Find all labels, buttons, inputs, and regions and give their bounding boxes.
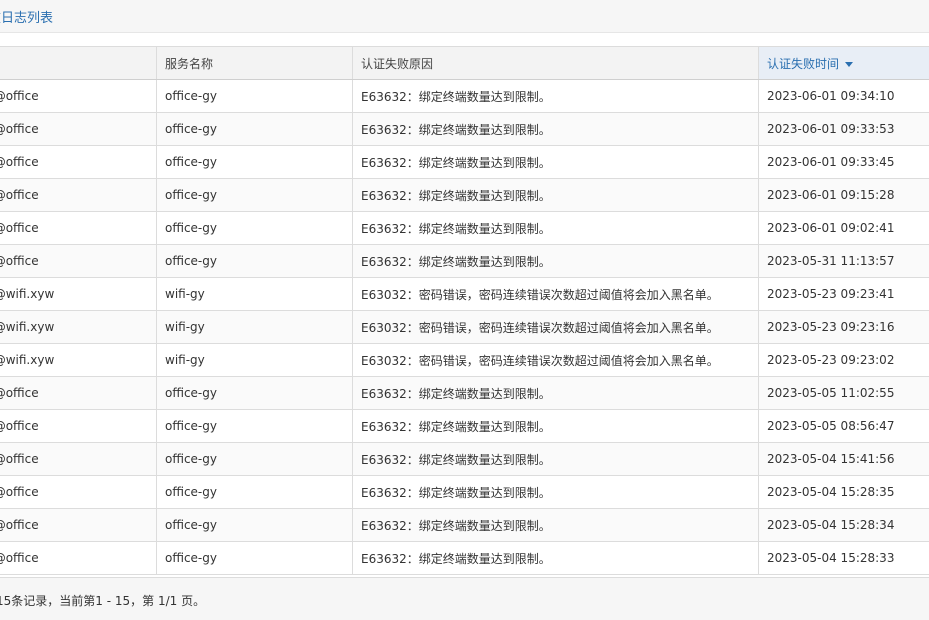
cell-service-name: office-gy <box>156 178 353 212</box>
cell-failure-time: 2023-05-23 09:23:16 <box>758 310 929 344</box>
cell-failure-reason: E63632：绑定终端数量达到限制。 <box>352 112 759 146</box>
cell-failure-reason: E63032：密码错误，密码连续错误次数超过阈值将会加入黑名单。 <box>352 310 759 344</box>
cell-service-name: office-gy <box>156 112 353 146</box>
panel-title-bar: 败日志列表 <box>0 0 929 33</box>
table-row[interactable]: gy@officeoffice-gyE63632：绑定终端数量达到限制。2023… <box>0 541 929 575</box>
pagination-footer: 15条记录，当前第1 - 15，第 1/1 页。 <box>0 577 929 620</box>
cell-failure-reason: E63632：绑定终端数量达到限制。 <box>352 79 759 113</box>
cell-failure-time: 2023-05-23 09:23:02 <box>758 343 929 377</box>
cell-failure-reason: E63632：绑定终端数量达到限制。 <box>352 376 759 410</box>
cell-failure-reason: E63632：绑定终端数量达到限制。 <box>352 541 759 575</box>
panel-title: 败日志列表 <box>0 11 54 26</box>
column-header-username[interactable]: 名 <box>0 46 157 80</box>
table-header-row: 名 服务名称 认证失败原因 认证失败时间 <box>0 46 929 80</box>
cell-username: gy@office <box>0 79 157 113</box>
cell-failure-reason: E63632：绑定终端数量达到限制。 <box>352 409 759 443</box>
cell-service-name: office-gy <box>156 475 353 509</box>
panel-gap <box>0 33 929 46</box>
cell-username: gy@office <box>0 541 157 575</box>
auth-failure-log-page: 败日志列表 名 服务名称 认证失败原因 认证失败时间 gy@officeoffi… <box>0 0 929 620</box>
cell-failure-reason: E63632：绑定终端数量达到限制。 <box>352 178 759 212</box>
cell-failure-time: 2023-05-04 15:28:35 <box>758 475 929 509</box>
cell-failure-reason: E63632：绑定终端数量达到限制。 <box>352 475 759 509</box>
cell-failure-time: 2023-06-01 09:34:10 <box>758 79 929 113</box>
cell-username: gy@office <box>0 442 157 476</box>
cell-service-name: wifi-gy <box>156 277 353 311</box>
cell-service-name: office-gy <box>156 442 353 476</box>
cell-failure-time: 2023-05-05 11:02:55 <box>758 376 929 410</box>
table-row[interactable]: gy@officeoffice-gyE63632：绑定终端数量达到限制。2023… <box>0 376 929 410</box>
cell-service-name: office-gy <box>156 376 353 410</box>
cell-failure-time: 2023-05-04 15:28:34 <box>758 508 929 542</box>
cell-username: gy@office <box>0 475 157 509</box>
cell-service-name: office-gy <box>156 508 353 542</box>
table-row[interactable]: gy@officeoffice-gyE63632：绑定终端数量达到限制。2023… <box>0 211 929 245</box>
table-row[interactable]: gy@wifi.xywwifi-gyE63032：密码错误，密码连续错误次数超过… <box>0 343 929 377</box>
cell-failure-reason: E63032：密码错误，密码连续错误次数超过阈值将会加入黑名单。 <box>352 277 759 311</box>
cell-username: gy@office <box>0 376 157 410</box>
cell-failure-reason: E63632：绑定终端数量达到限制。 <box>352 145 759 179</box>
cell-failure-time: 2023-05-04 15:28:33 <box>758 541 929 575</box>
table-row[interactable]: gy@officeoffice-gyE63632：绑定终端数量达到限制。2023… <box>0 409 929 443</box>
table-row[interactable]: gy@officeoffice-gyE63632：绑定终端数量达到限制。2023… <box>0 508 929 542</box>
column-header-service-name[interactable]: 服务名称 <box>156 46 353 80</box>
cell-failure-reason: E63632：绑定终端数量达到限制。 <box>352 442 759 476</box>
cell-service-name: office-gy <box>156 79 353 113</box>
cell-username: gy@office <box>0 145 157 179</box>
cell-service-name: wifi-gy <box>156 310 353 344</box>
cell-failure-time: 2023-06-01 09:33:45 <box>758 145 929 179</box>
cell-username: gy@wifi.xyw <box>0 310 157 344</box>
cell-failure-reason: E63632：绑定终端数量达到限制。 <box>352 244 759 278</box>
column-header-failure-time[interactable]: 认证失败时间 <box>758 46 929 80</box>
cell-username: gy@office <box>0 244 157 278</box>
cell-service-name: office-gy <box>156 541 353 575</box>
cell-service-name: office-gy <box>156 409 353 443</box>
cell-failure-reason: E63032：密码错误，密码连续错误次数超过阈值将会加入黑名单。 <box>352 343 759 377</box>
auth-failure-log-table: 名 服务名称 认证失败原因 认证失败时间 gy@officeoffice-gyE… <box>0 46 929 575</box>
table-row[interactable]: gy@wifi.xywwifi-gyE63032：密码错误，密码连续错误次数超过… <box>0 310 929 344</box>
cell-service-name: wifi-gy <box>156 343 353 377</box>
cell-service-name: office-gy <box>156 145 353 179</box>
table-row[interactable]: gy@wifi.xywwifi-gyE63032：密码错误，密码连续错误次数超过… <box>0 277 929 311</box>
table-row[interactable]: gy@officeoffice-gyE63632：绑定终端数量达到限制。2023… <box>0 442 929 476</box>
column-header-failure-reason[interactable]: 认证失败原因 <box>352 46 759 80</box>
table-row[interactable]: gy@officeoffice-gyE63632：绑定终端数量达到限制。2023… <box>0 112 929 146</box>
cell-service-name: office-gy <box>156 244 353 278</box>
cell-username: gy@office <box>0 409 157 443</box>
cell-username: gy@wifi.xyw <box>0 277 157 311</box>
cell-username: gy@office <box>0 211 157 245</box>
cell-username: gy@wifi.xyw <box>0 343 157 377</box>
sort-desc-icon <box>845 61 854 67</box>
cell-failure-time: 2023-06-01 09:33:53 <box>758 112 929 146</box>
cell-failure-time: 2023-05-05 08:56:47 <box>758 409 929 443</box>
cell-failure-time: 2023-05-23 09:23:41 <box>758 277 929 311</box>
cell-failure-time: 2023-05-04 15:41:56 <box>758 442 929 476</box>
cell-failure-time: 2023-06-01 09:02:41 <box>758 211 929 245</box>
table-row[interactable]: gy@officeoffice-gyE63632：绑定终端数量达到限制。2023… <box>0 145 929 179</box>
cell-username: gy@office <box>0 178 157 212</box>
cell-failure-reason: E63632：绑定终端数量达到限制。 <box>352 211 759 245</box>
cell-failure-reason: E63632：绑定终端数量达到限制。 <box>352 508 759 542</box>
pagination-summary: 15条记录，当前第1 - 15，第 1/1 页。 <box>0 594 206 608</box>
table-row[interactable]: gy@officeoffice-gyE63632：绑定终端数量达到限制。2023… <box>0 178 929 212</box>
cell-failure-time: 2023-05-31 11:13:57 <box>758 244 929 278</box>
table-row[interactable]: gy@officeoffice-gyE63632：绑定终端数量达到限制。2023… <box>0 79 929 113</box>
table-row[interactable]: gy@officeoffice-gyE63632：绑定终端数量达到限制。2023… <box>0 475 929 509</box>
table-row[interactable]: gy@officeoffice-gyE63632：绑定终端数量达到限制。2023… <box>0 244 929 278</box>
cell-username: gy@office <box>0 112 157 146</box>
table-body: gy@officeoffice-gyE63632：绑定终端数量达到限制。2023… <box>0 79 929 575</box>
cell-username: gy@office <box>0 508 157 542</box>
cell-service-name: office-gy <box>156 211 353 245</box>
cell-failure-time: 2023-06-01 09:15:28 <box>758 178 929 212</box>
